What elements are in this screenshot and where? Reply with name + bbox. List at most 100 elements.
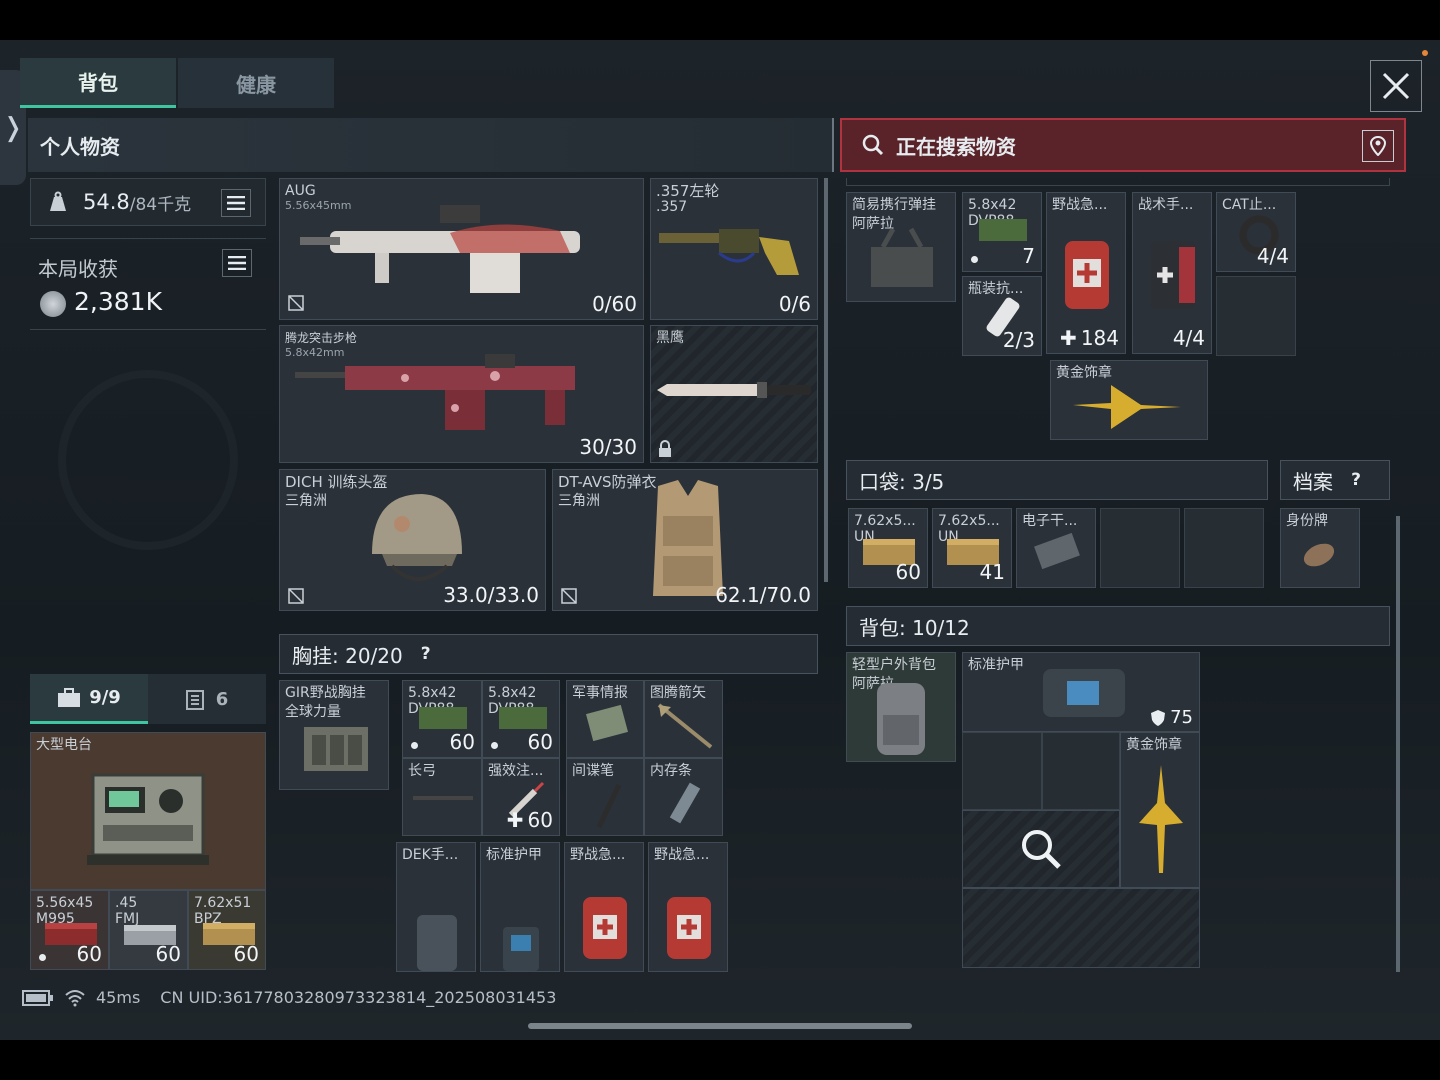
rig-item-4[interactable]: 图腾箭矢 <box>644 680 723 758</box>
plus-icon: ✚ <box>1060 326 1077 350</box>
slot-helmet[interactable]: DICH 训练头盔 三角洲 33.0/33.0 <box>279 469 546 611</box>
no-insurance-icon <box>288 295 304 311</box>
tab-safe-box[interactable]: 9/9 <box>30 674 148 724</box>
backpack-label: 背包: 10/12 <box>859 615 970 640</box>
ammo-dot <box>971 256 978 263</box>
pocket-item-3[interactable]: 电子干... <box>1016 508 1096 588</box>
loot-item-ammo[interactable]: 5.8x42 DVP88 7 <box>962 192 1042 272</box>
search-title: 正在搜索物资 <box>896 134 1016 159</box>
location-button[interactable] <box>1362 130 1394 162</box>
item-count: 60 <box>233 942 259 966</box>
ammo-dot <box>491 742 498 749</box>
item-count: 4/4 <box>1256 244 1289 268</box>
pocket-item-2[interactable]: 7.62x5... UN 41 <box>932 508 1012 588</box>
grenade-pouch-icon <box>417 915 457 971</box>
item-label: 5.8x42 <box>488 685 537 701</box>
item-label: 黄金饰章 <box>1126 737 1182 753</box>
rig-item-10[interactable]: 标准护甲 <box>480 842 560 972</box>
item-label: 图腾箭矢 <box>650 685 706 701</box>
weight-value: 54.8 <box>83 190 130 214</box>
backpack-item-gold-badge[interactable]: 黄金饰章 <box>1120 732 1200 888</box>
rig-item-1[interactable]: 5.8x42 DVP88 60 <box>402 680 482 758</box>
item-chest-rig[interactable]: GIR野战胸挂 全球力量 <box>279 680 389 790</box>
loot-item-tourniquet[interactable]: CAT止... 4/4 <box>1216 192 1296 272</box>
home-indicator[interactable] <box>528 1023 912 1029</box>
emblem-watermark <box>58 370 238 550</box>
ping-value: 45ms <box>96 988 141 1007</box>
card-case-icon <box>185 690 204 710</box>
item-large-radio[interactable]: 大型电台 <box>30 732 266 890</box>
pocket-item-1[interactable]: 7.62x5... UN 60 <box>848 508 928 588</box>
dossier-item-dogtag[interactable]: 身份牌 <box>1280 508 1360 588</box>
loot-item-surgical[interactable]: 战术手... 4/4 <box>1132 192 1212 354</box>
armor-value: 75 <box>1170 707 1193 728</box>
earnings-list-button[interactable] <box>222 249 252 277</box>
help-icon[interactable]: ? <box>1345 469 1367 491</box>
scrollbar-right[interactable] <box>1396 516 1400 972</box>
aug-rifle-icon <box>300 205 580 293</box>
rig-item-12[interactable]: 野战急... <box>648 842 728 972</box>
slot-armor[interactable]: DT-AVS防弹衣 三角洲 62.1/70.0 <box>552 469 818 611</box>
slot-primary-weapon[interactable]: AUG 5.56x45mm 0/60 <box>279 178 644 320</box>
ammo-box-icon <box>499 707 547 729</box>
rig-item-7[interactable]: 间谍笔 <box>566 758 644 836</box>
item-ammo-556[interactable]: 5.56x45 M995 60 <box>30 890 109 970</box>
slot-pistol[interactable]: .357左轮 .357 0/6 <box>650 178 818 320</box>
close-button[interactable] <box>1370 60 1422 112</box>
backpack-empty-slot[interactable] <box>1042 732 1120 810</box>
tab-backpack[interactable]: 背包 <box>20 58 176 108</box>
tab-health[interactable]: 健康 <box>178 58 334 108</box>
memory-stick-icon <box>669 782 701 824</box>
help-icon[interactable]: ? <box>415 643 437 665</box>
slot-secondary-weapon[interactable]: 腾龙突击步枪 5.8x42mm 30/30 <box>279 325 644 463</box>
item-label: 黄金饰章 <box>1056 365 1112 381</box>
rig-item-6[interactable]: 强效注... ✚ 60 <box>482 758 560 836</box>
no-insurance-icon <box>288 588 304 604</box>
pocket-empty-slot[interactable] <box>1100 508 1180 588</box>
loot-item-antibiotics[interactable]: 瓶装抗... 2/3 <box>962 276 1042 356</box>
medkit-icon <box>667 897 711 959</box>
armor-rating: 75 <box>1150 707 1193 728</box>
item-label: DEK手... <box>402 847 459 863</box>
tab-card-box[interactable]: 6 <box>148 674 266 724</box>
ammo-rig-icon <box>871 227 933 287</box>
item-ammo-45[interactable]: .45 FMJ 60 <box>109 890 188 970</box>
search-icon <box>1022 830 1061 869</box>
item-label: 简易携行弹挂 <box>852 197 936 213</box>
search-header: 正在搜索物资 <box>840 118 1406 172</box>
item-ammo-762[interactable]: 7.62x51 BPZ 60 <box>188 890 266 970</box>
item-label: 野战急... <box>654 847 710 863</box>
item-count: 60 <box>449 730 475 754</box>
backpack-bag-item[interactable]: 轻型户外背包 阿萨拉 <box>846 652 956 762</box>
weight-list-button[interactable] <box>221 189 251 217</box>
rig-item-3[interactable]: 军事情报 <box>566 680 644 758</box>
rig-item-11[interactable]: 野战急... <box>564 842 644 972</box>
item-count: 2/3 <box>1002 328 1035 352</box>
uid-text: CN UID:3617780328097332​3814_20250803145… <box>160 988 557 1007</box>
ammo-count: 30/30 <box>579 435 637 459</box>
loot-item-gold-badge[interactable]: 黄金饰章 <box>1050 360 1208 440</box>
item-count: 4/4 <box>1172 326 1205 350</box>
loot-empty-slot[interactable] <box>1216 276 1296 356</box>
item-label: 标准护甲 <box>486 847 542 863</box>
backpack-empty-slot[interactable] <box>962 732 1042 810</box>
backpack-item-armor[interactable]: 标准护甲 75 <box>962 652 1200 732</box>
loot-item-medkit[interactable]: 野战急... ✚ 184 <box>1046 192 1126 354</box>
loot-item-ammo-rig[interactable]: 简易携行弹挂 阿萨拉 <box>846 192 956 302</box>
item-count-value: 184 <box>1080 326 1119 350</box>
pocket-empty-slot[interactable] <box>1184 508 1264 588</box>
rig-item-5[interactable]: 长弓 <box>402 758 482 836</box>
rig-item-9[interactable]: DEK手... <box>396 842 476 972</box>
item-label: 5.8x42 <box>968 197 1017 213</box>
armor-name: DT-AVS防弹衣 <box>558 473 657 491</box>
item-label: 5.56x45 <box>36 895 94 911</box>
slot-melee[interactable]: 黑鹰 <box>650 325 818 463</box>
ammo-count: 0/6 <box>778 292 811 316</box>
divider <box>832 118 834 172</box>
item-count: 7 <box>1022 244 1035 268</box>
rig-item-2[interactable]: 5.8x42 DVP88 60 <box>482 680 560 758</box>
scrollbar-left[interactable] <box>824 178 828 582</box>
rig-item-8[interactable]: 内存条 <box>644 758 723 836</box>
backpack-searching-slot[interactable] <box>962 810 1120 888</box>
backpack-searching-slot[interactable] <box>962 888 1200 968</box>
